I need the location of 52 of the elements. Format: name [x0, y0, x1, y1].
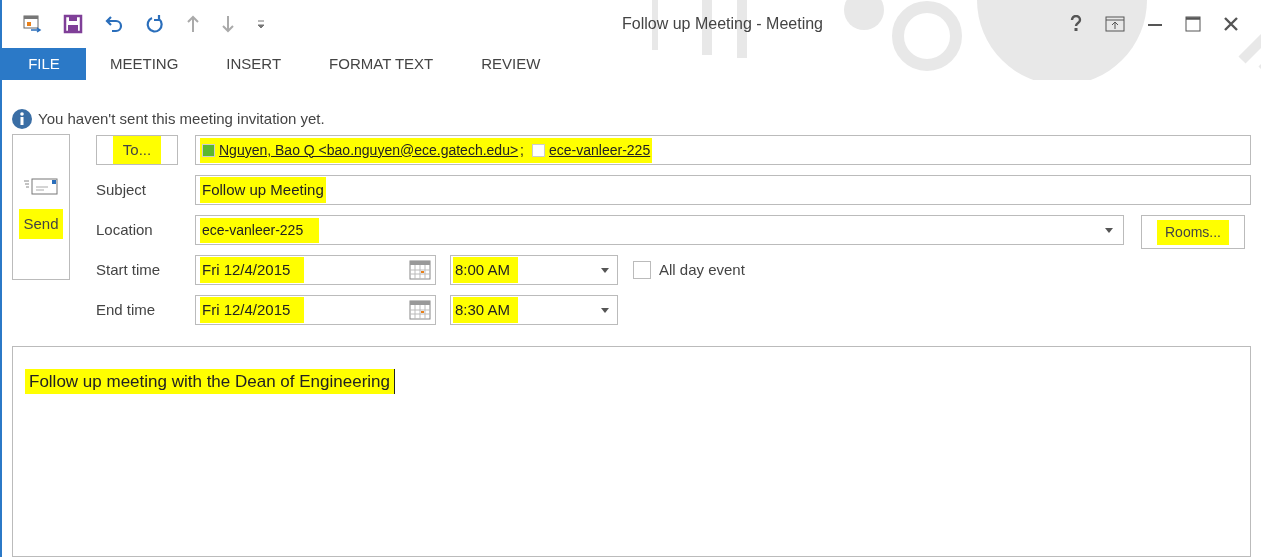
- subject-label: Subject: [96, 179, 148, 200]
- subject-field[interactable]: Follow up Meeting: [195, 175, 1251, 205]
- to-label: To...: [112, 135, 162, 165]
- close-icon[interactable]: [1223, 16, 1239, 32]
- ribbon-display-icon[interactable]: [1105, 16, 1125, 32]
- time-label: Start time: [96, 259, 162, 280]
- dropdown-caret-icon[interactable]: [601, 307, 609, 313]
- rooms-button[interactable]: Rooms...: [1141, 215, 1245, 249]
- location-value: ece-vanleer-225: [200, 217, 320, 243]
- subject-value: Follow up Meeting: [200, 176, 326, 204]
- rooms-label: Rooms...: [1157, 219, 1229, 245]
- redo-icon[interactable]: [145, 14, 165, 34]
- body-text: Follow up meeting with the Dean of Engineering: [25, 369, 395, 394]
- info-message: You haven't sent this meeting invitation yet.: [38, 108, 325, 129]
- location-label: Location: [96, 219, 154, 240]
- info-icon: [12, 109, 32, 129]
- time-field[interactable]: 8:00 AM: [450, 255, 618, 285]
- ribbon-tab[interactable]: MEETING: [86, 48, 203, 80]
- send-label: Send: [19, 208, 63, 240]
- calendar-icon[interactable]: [409, 260, 431, 280]
- all-day-checkbox[interactable]: [633, 261, 651, 279]
- date-value: Fri 12/4/2015: [200, 296, 305, 324]
- recipient-name[interactable]: ece-vanleer-225: [549, 139, 651, 161]
- undo-icon[interactable]: [104, 14, 124, 34]
- customize-icon[interactable]: [256, 18, 266, 30]
- to-button[interactable]: To...: [96, 135, 178, 165]
- time-value: 8:30 AM: [453, 296, 519, 324]
- calendar-icon[interactable]: [22, 14, 42, 34]
- save-icon[interactable]: [63, 14, 83, 34]
- date-field[interactable]: Fri 12/4/2015: [195, 295, 436, 325]
- dropdown-caret-icon[interactable]: [601, 267, 609, 273]
- ribbon-tab[interactable]: FORMAT TEXT: [305, 48, 458, 80]
- recipient-name[interactable]: Nguyen, Bao Q <bao.nguyen@ece.gatech.edu>: [219, 139, 519, 161]
- date-value: Fri 12/4/2015: [200, 256, 305, 284]
- separator: ;: [520, 140, 524, 160]
- all-day-label: All day event: [659, 259, 745, 280]
- ribbon-tab[interactable]: FILE: [2, 48, 86, 80]
- send-button[interactable]: Send: [12, 134, 70, 280]
- time-field[interactable]: 8:30 AM: [450, 295, 618, 325]
- maximize-icon[interactable]: [1185, 16, 1201, 32]
- dropdown-caret-icon[interactable]: [1105, 227, 1113, 233]
- location-field[interactable]: ece-vanleer-225: [195, 215, 1124, 245]
- help-icon[interactable]: [1069, 15, 1083, 33]
- calendar-icon[interactable]: [409, 300, 431, 320]
- message-body[interactable]: Follow up meeting with the Dean of Engineering: [12, 346, 1251, 557]
- ribbon-tab[interactable]: REVIEW: [457, 48, 565, 80]
- time-label: End time: [96, 299, 157, 320]
- window-title: Follow up Meeting - Meeting: [621, 15, 823, 32]
- ribbon-tab[interactable]: INSERT: [202, 48, 306, 80]
- date-field[interactable]: Fri 12/4/2015: [195, 255, 436, 285]
- time-value: 8:00 AM: [453, 256, 519, 284]
- recipients-field[interactable]: Nguyen, Bao Q <bao.nguyen@ece.gatech.edu>; ece-vanleer-225: [195, 135, 1251, 165]
